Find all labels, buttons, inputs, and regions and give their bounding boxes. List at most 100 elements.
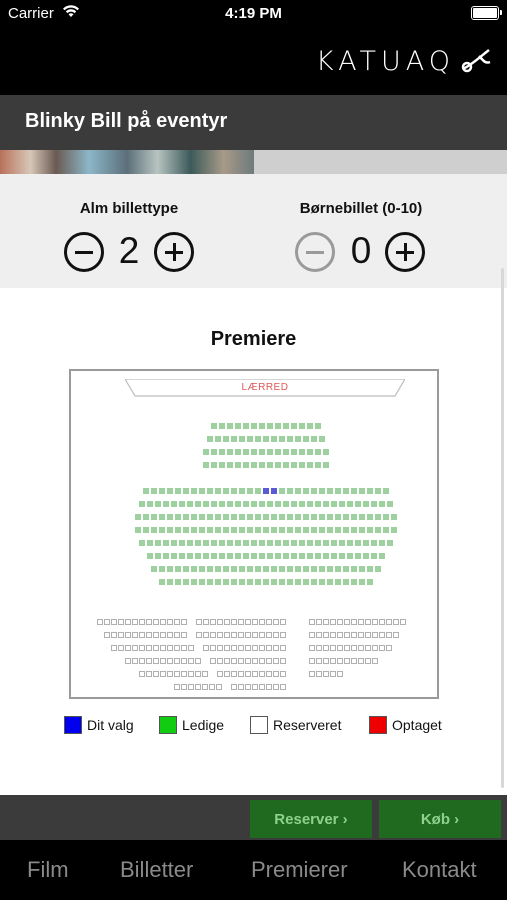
seat[interactable] — [283, 501, 289, 507]
seat[interactable] — [291, 540, 297, 546]
seat[interactable] — [243, 540, 249, 546]
seat[interactable] — [295, 514, 301, 520]
seat[interactable] — [259, 449, 265, 455]
seat[interactable] — [135, 514, 141, 520]
seat[interactable] — [239, 488, 245, 494]
seat[interactable] — [243, 553, 249, 559]
seat[interactable] — [227, 462, 233, 468]
seat[interactable] — [339, 501, 345, 507]
seat[interactable] — [307, 449, 313, 455]
seat[interactable] — [291, 462, 297, 468]
seat[interactable] — [219, 449, 225, 455]
seat[interactable] — [235, 501, 241, 507]
seat[interactable] — [323, 501, 329, 507]
seat[interactable] — [327, 579, 333, 585]
seat[interactable] — [151, 527, 157, 533]
seat[interactable] — [291, 553, 297, 559]
seat[interactable] — [323, 449, 329, 455]
seat[interactable] — [287, 514, 293, 520]
seat[interactable] — [183, 579, 189, 585]
seat[interactable] — [371, 501, 377, 507]
seat[interactable] — [151, 514, 157, 520]
seat[interactable] — [311, 566, 317, 572]
seat[interactable] — [287, 488, 293, 494]
seat[interactable] — [367, 566, 373, 572]
seat[interactable] — [211, 501, 217, 507]
seat[interactable] — [243, 423, 249, 429]
seat[interactable] — [203, 540, 209, 546]
seat[interactable] — [251, 462, 257, 468]
seat[interactable] — [211, 423, 217, 429]
seat[interactable] — [231, 566, 237, 572]
seat[interactable] — [207, 436, 213, 442]
seat[interactable] — [267, 449, 273, 455]
seat[interactable] — [303, 488, 309, 494]
seat[interactable] — [363, 540, 369, 546]
seat[interactable] — [163, 540, 169, 546]
seat[interactable] — [283, 553, 289, 559]
seat[interactable] — [351, 566, 357, 572]
seat[interactable] — [371, 540, 377, 546]
seat[interactable] — [255, 488, 261, 494]
seat[interactable] — [263, 579, 269, 585]
seat[interactable] — [267, 462, 273, 468]
seat[interactable] — [303, 566, 309, 572]
seat[interactable] — [195, 501, 201, 507]
seat[interactable] — [151, 566, 157, 572]
seat[interactable] — [367, 488, 373, 494]
seat[interactable] — [359, 527, 365, 533]
seat[interactable] — [223, 566, 229, 572]
seat[interactable] — [199, 527, 205, 533]
seat[interactable] — [327, 527, 333, 533]
seat[interactable] — [335, 527, 341, 533]
seat[interactable] — [291, 449, 297, 455]
seat[interactable] — [155, 501, 161, 507]
seat[interactable] — [375, 527, 381, 533]
seat[interactable] — [167, 514, 173, 520]
seat[interactable] — [147, 553, 153, 559]
seat[interactable] — [319, 436, 325, 442]
seat[interactable] — [315, 462, 321, 468]
seat[interactable] — [163, 553, 169, 559]
seat[interactable] — [331, 501, 337, 507]
seat[interactable] — [307, 423, 313, 429]
seat[interactable] — [335, 514, 341, 520]
seat[interactable] — [263, 566, 269, 572]
seat[interactable] — [263, 436, 269, 442]
seat[interactable] — [335, 488, 341, 494]
seat[interactable] — [211, 449, 217, 455]
seat[interactable] — [263, 527, 269, 533]
seat[interactable] — [375, 488, 381, 494]
seat[interactable] — [295, 436, 301, 442]
seat[interactable] — [359, 579, 365, 585]
seat[interactable] — [183, 527, 189, 533]
seat[interactable] — [239, 514, 245, 520]
seat[interactable] — [275, 540, 281, 546]
seat[interactable] — [207, 566, 213, 572]
seat[interactable] — [143, 488, 149, 494]
seat[interactable] — [175, 579, 181, 585]
seat[interactable] — [243, 449, 249, 455]
seat[interactable] — [391, 527, 397, 533]
tab-billetter[interactable]: Billetter — [120, 857, 193, 883]
seat[interactable] — [303, 436, 309, 442]
seat[interactable] — [163, 501, 169, 507]
seat[interactable] — [375, 566, 381, 572]
seat[interactable] — [259, 462, 265, 468]
seat[interactable] — [323, 553, 329, 559]
seat[interactable] — [211, 540, 217, 546]
seat[interactable] — [347, 540, 353, 546]
tab-premierer[interactable]: Premierer — [251, 857, 348, 883]
seat[interactable] — [271, 579, 277, 585]
seat[interactable] — [247, 436, 253, 442]
seat[interactable] — [171, 553, 177, 559]
seat[interactable] — [247, 514, 253, 520]
seat[interactable] — [231, 514, 237, 520]
seat[interactable] — [235, 462, 241, 468]
seat[interactable] — [347, 553, 353, 559]
seat[interactable] — [211, 553, 217, 559]
seat[interactable] — [151, 488, 157, 494]
increase-regular-button[interactable] — [154, 232, 194, 272]
seat[interactable] — [255, 436, 261, 442]
seat[interactable] — [199, 566, 205, 572]
